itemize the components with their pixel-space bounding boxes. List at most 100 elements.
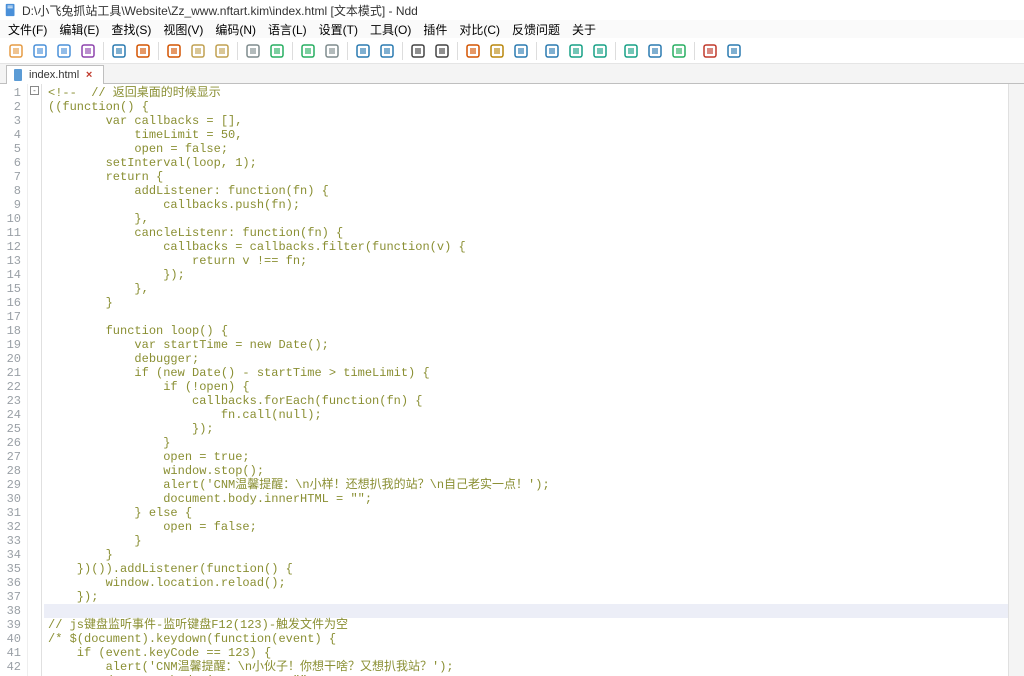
toolbar-separator [292, 42, 293, 60]
fold-toggle[interactable]: - [30, 86, 39, 95]
code-line: addListener: function(fn) { [44, 184, 1008, 198]
file-icon [13, 69, 25, 81]
code-line: }); [44, 422, 1008, 436]
line-number: 28 [0, 464, 21, 478]
code-line: debugger; [44, 352, 1008, 366]
find-icon[interactable] [351, 40, 375, 62]
open-file-icon[interactable] [28, 40, 52, 62]
code-area[interactable]: <!-- // 返回桌面的时候显示((function() { var call… [42, 84, 1008, 676]
menu-view[interactable]: 视图(V) [159, 21, 207, 38]
line-number: 15 [0, 282, 21, 296]
code-line: window.location.reload(); [44, 576, 1008, 590]
menu-about[interactable]: 关于 [568, 21, 600, 38]
menu-encoding[interactable]: 编码(N) [211, 21, 260, 38]
code-editor: 1234567891011121314151617181920212223242… [0, 84, 1024, 676]
code-line: }); [44, 268, 1008, 282]
code-line: callbacks.push(fn); [44, 198, 1008, 212]
save-icon[interactable] [52, 40, 76, 62]
menu-compare[interactable]: 对比(C) [455, 21, 504, 38]
unknown1-icon[interactable] [698, 40, 722, 62]
stop-icon[interactable] [588, 40, 612, 62]
code-line: ((function() { [44, 100, 1008, 114]
close-all-icon[interactable] [131, 40, 155, 62]
undo-icon[interactable] [241, 40, 265, 62]
code-line: cancleListenr: function(fn) { [44, 226, 1008, 240]
line-number: 18 [0, 324, 21, 338]
code-line: }, [44, 282, 1008, 296]
tab-index-html[interactable]: index.html × [6, 65, 104, 84]
code-line: } [44, 534, 1008, 548]
toolbar-separator [536, 42, 537, 60]
new-file-icon[interactable] [4, 40, 28, 62]
line-number: 36 [0, 576, 21, 590]
line-number: 12 [0, 240, 21, 254]
line-number: 7 [0, 170, 21, 184]
line-number: 1 [0, 86, 21, 100]
code-line: var startTime = new Date(); [44, 338, 1008, 352]
menu-tools[interactable]: 工具(O) [366, 21, 415, 38]
zoom-out-icon[interactable] [320, 40, 344, 62]
indent-right-icon[interactable] [430, 40, 454, 62]
wrap-icon[interactable] [461, 40, 485, 62]
line-number: 35 [0, 562, 21, 576]
cut-icon[interactable] [162, 40, 186, 62]
menu-feedback[interactable]: 反馈问题 [508, 21, 564, 38]
guides-icon[interactable] [509, 40, 533, 62]
code-line: } [44, 548, 1008, 562]
whitespace-icon[interactable] [485, 40, 509, 62]
code-line: }, [44, 212, 1008, 226]
line-number: 29 [0, 478, 21, 492]
code-line: document.body.innerHTML = ""; [44, 492, 1008, 506]
line-number: 37 [0, 590, 21, 604]
code-line: callbacks.forEach(function(fn) { [44, 394, 1008, 408]
code-line: alert('CNM温馨提醒：\n小伙子！你想干啥？又想扒我站？'); [44, 660, 1008, 674]
split-v-icon[interactable] [643, 40, 667, 62]
code-line: }); [44, 590, 1008, 604]
line-number: 40 [0, 632, 21, 646]
line-number: 42 [0, 660, 21, 674]
line-number: 34 [0, 548, 21, 562]
menu-search[interactable]: 查找(S) [107, 21, 155, 38]
split-h-icon[interactable] [619, 40, 643, 62]
replace-icon[interactable] [375, 40, 399, 62]
paste-icon[interactable] [210, 40, 234, 62]
redo-icon[interactable] [265, 40, 289, 62]
menu-language[interactable]: 语言(L) [264, 21, 311, 38]
play-icon[interactable] [564, 40, 588, 62]
line-number: 4 [0, 128, 21, 142]
line-number: 41 [0, 646, 21, 660]
save-all-icon[interactable] [76, 40, 100, 62]
line-number: 22 [0, 380, 21, 394]
menu-edit[interactable]: 编辑(E) [55, 21, 103, 38]
close-icon[interactable] [107, 40, 131, 62]
menu-settings[interactable]: 设置(T) [315, 21, 362, 38]
monitor-icon[interactable] [667, 40, 691, 62]
line-number-gutter: 1234567891011121314151617181920212223242… [0, 84, 28, 676]
line-number: 14 [0, 268, 21, 282]
toolbar-separator [615, 42, 616, 60]
code-line: } [44, 436, 1008, 450]
line-number: 11 [0, 226, 21, 240]
unknown2-icon[interactable] [722, 40, 746, 62]
menu-plugin[interactable]: 插件 [419, 21, 451, 38]
zoom-in-icon[interactable] [296, 40, 320, 62]
code-line: fn.call(null); [44, 408, 1008, 422]
line-number: 8 [0, 184, 21, 198]
indent-left-icon[interactable] [406, 40, 430, 62]
tab-close-button[interactable]: × [83, 69, 95, 81]
line-number: 2 [0, 100, 21, 114]
record-icon[interactable] [540, 40, 564, 62]
vertical-scrollbar[interactable] [1008, 84, 1024, 676]
line-number: 32 [0, 520, 21, 534]
menu-file[interactable]: 文件(F) [4, 21, 51, 38]
toolbar-separator [457, 42, 458, 60]
code-line: // js键盘监听事件-监听键盘F12(123)-触发文件为空 [44, 618, 1008, 632]
tab-strip: index.html × [0, 64, 1024, 84]
line-number: 3 [0, 114, 21, 128]
toolbar [0, 38, 1024, 64]
line-number: 9 [0, 198, 21, 212]
copy-icon[interactable] [186, 40, 210, 62]
code-line: callbacks = callbacks.filter(function(v)… [44, 240, 1008, 254]
code-line: } [44, 296, 1008, 310]
title-bar: D:\小飞兔抓站工具\Website\Zz_www.nftart.kim\ind… [0, 0, 1024, 20]
